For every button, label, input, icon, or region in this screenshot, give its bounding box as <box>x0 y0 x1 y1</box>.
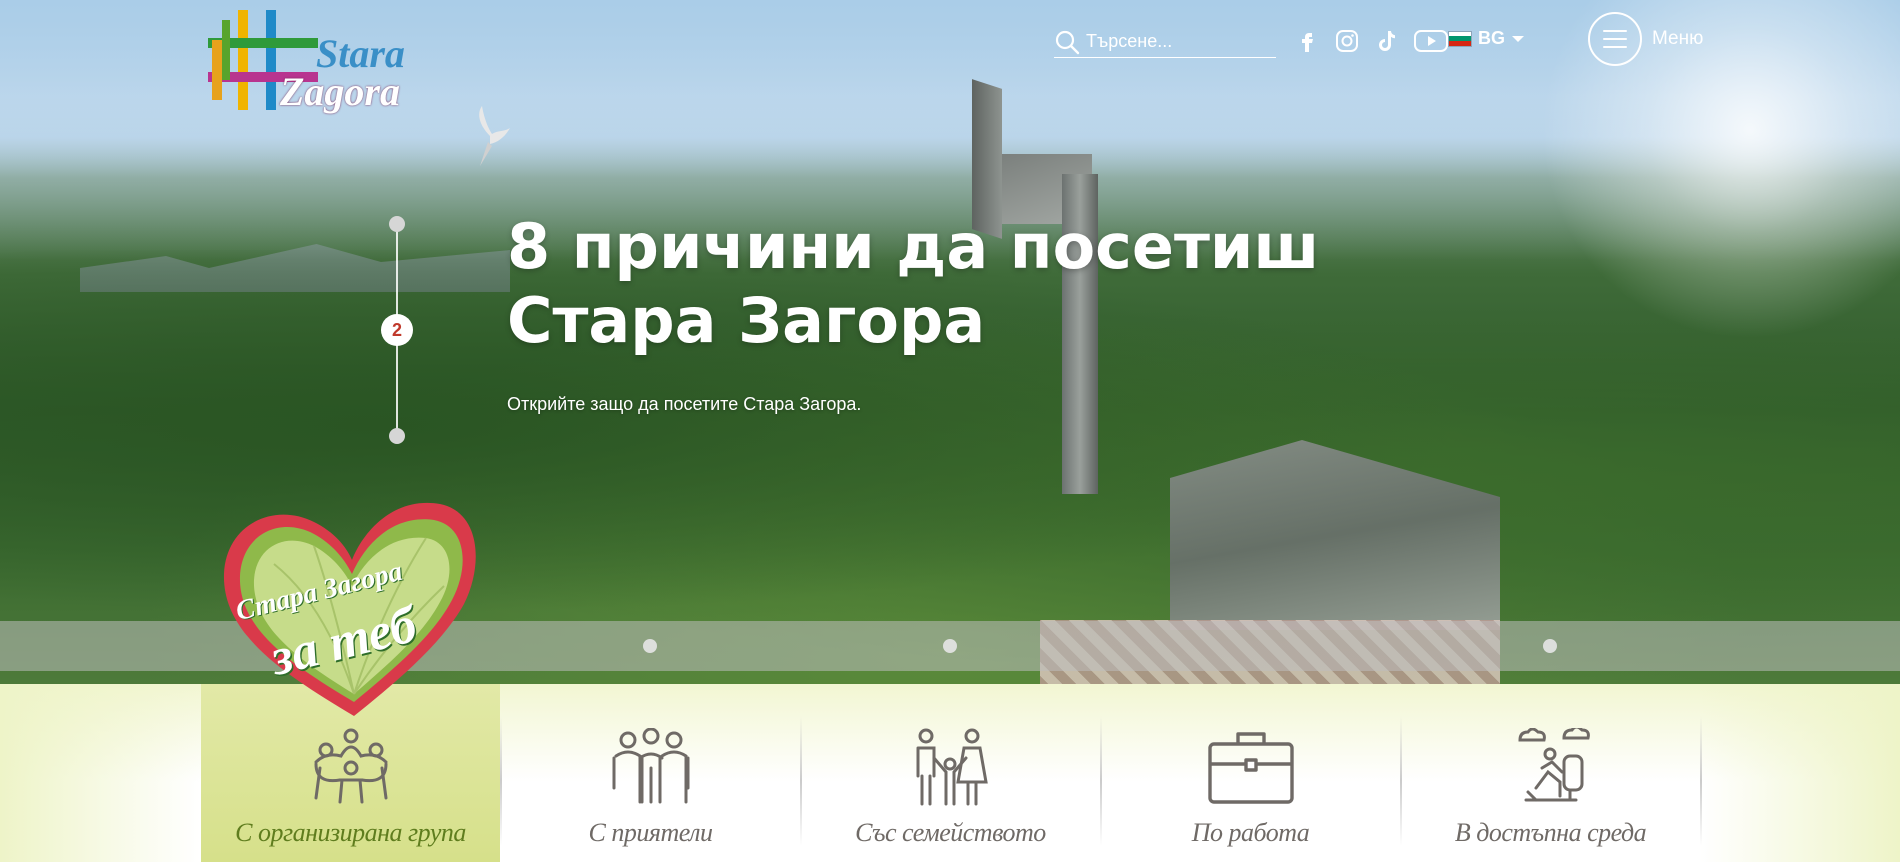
hamburger-icon <box>1588 12 1642 66</box>
social-links <box>1294 26 1448 56</box>
language-selector[interactable]: BG <box>1448 28 1525 49</box>
pager-dot[interactable] <box>943 639 957 653</box>
menu-button[interactable]: Меню <box>1588 12 1703 66</box>
bulgarian-flag-icon <box>1448 30 1472 47</box>
bird-icon <box>479 106 510 166</box>
language-code: BG <box>1478 28 1505 48</box>
category-friends[interactable]: С приятели <box>501 684 800 862</box>
instagram-icon[interactable] <box>1334 28 1360 54</box>
briefcase-icon <box>1207 732 1294 804</box>
facebook-icon[interactable] <box>1294 28 1320 54</box>
menu-label: Меню <box>1652 28 1704 49</box>
search-input[interactable] <box>1086 31 1271 52</box>
category-label: С приятели <box>588 818 713 847</box>
hero-title-line1: 8 причини да посетиш <box>507 210 1320 283</box>
group-circle-icon <box>314 728 387 804</box>
tiktok-icon[interactable] <box>1374 28 1400 54</box>
search-icon[interactable] <box>1054 29 1080 55</box>
category-label: С организирана група <box>235 818 466 847</box>
accessibility-icon <box>1517 728 1590 802</box>
youtube-icon[interactable] <box>1414 28 1448 54</box>
slider-prev-dot[interactable] <box>389 216 405 232</box>
hero-subtitle: Открийте защо да посетите Стара Загора. <box>507 394 862 414</box>
category-label: По работа <box>1191 818 1310 847</box>
category-business[interactable]: По работа <box>1101 684 1400 862</box>
slider-current-index: 2 <box>381 314 413 346</box>
slider-next-dot[interactable] <box>389 428 405 444</box>
site-logo[interactable]: Stara Zagora <box>208 10 420 116</box>
family-icon <box>916 728 988 806</box>
chevron-down-icon <box>1512 35 1524 42</box>
category-family[interactable]: Със семейството <box>801 684 1100 862</box>
category-label: В достъпна среда <box>1454 818 1647 847</box>
hero-title-line2: Стара Загора <box>507 284 986 357</box>
pager-dot[interactable] <box>643 639 657 653</box>
hero-title: 8 причини да посетиш Стара Загора <box>507 210 1407 358</box>
search-box <box>1054 26 1276 58</box>
pager-dot[interactable] <box>1543 639 1557 653</box>
category-accessible[interactable]: В достъпна среда <box>1401 684 1700 862</box>
logo-word-zagora: Zagora <box>280 69 400 114</box>
friends-icon <box>612 728 689 804</box>
category-label: Със семейството <box>855 818 1046 847</box>
heart-badge[interactable]: Стара Загора за теб <box>214 494 482 720</box>
